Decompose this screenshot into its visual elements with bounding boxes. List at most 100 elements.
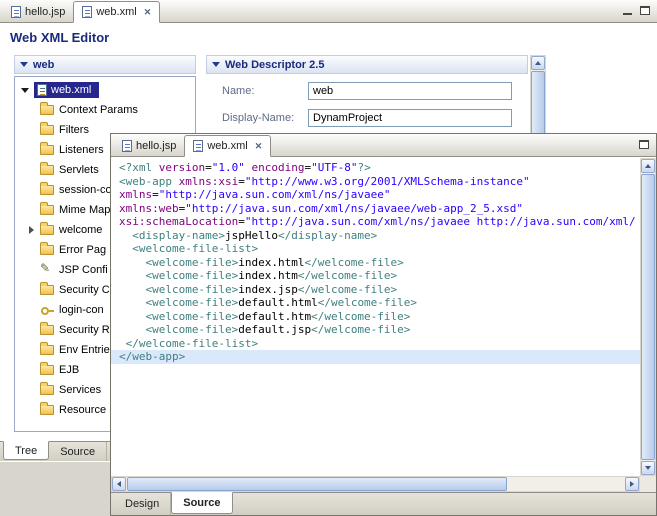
bg-editor-tabbar: hello.jsp web.xml ✕ [0,0,657,23]
code-token: "http://java.sun.com/xml/ns/javaee http:… [245,215,636,228]
xml-file-icon [193,140,203,152]
section-collapse-icon[interactable] [20,62,28,67]
folder-icon [40,105,54,115]
code-token: ?> [357,161,370,174]
code-token: "http://www.w3.org/2001/XMLSchema-instan… [245,175,530,188]
code-line[interactable]: <welcome-file>default.html</welcome-file… [111,296,640,310]
close-icon[interactable]: ✕ [255,141,263,152]
editor-horizontal-scrollbar[interactable] [111,476,640,492]
code-token: "1.0" [212,161,245,174]
code-token: encoding [251,161,304,174]
descriptor-section-header[interactable]: Web Descriptor 2.5 [206,55,528,74]
tab-tree[interactable]: Tree [3,441,49,460]
scroll-down-button[interactable] [641,461,655,475]
code-token [119,242,132,255]
code-token: index.html [238,256,304,269]
collapsed-twistie-icon[interactable] [29,226,34,234]
minimize-icon[interactable] [623,6,632,15]
code-token: <web-app [119,175,179,188]
code-line[interactable]: <welcome-file>default.jsp</welcome-file> [111,323,640,337]
folder-icon [40,285,54,295]
scroll-thumb[interactable] [641,174,655,460]
scroll-right-button[interactable] [625,477,639,491]
tree-item-label: web.xml [51,84,91,96]
code-token: </display-name> [278,229,377,242]
code-token: default.htm [238,310,311,323]
arrow-right-icon [630,481,634,487]
close-icon[interactable]: ✕ [144,7,152,18]
tree-item-label: login-con [59,304,104,316]
code-token: default.jsp [238,323,311,336]
display-name-input[interactable] [308,109,512,127]
code-token: index.htm [238,269,298,282]
code-token [119,337,126,350]
tree-item-label: EJB [59,364,79,376]
code-token: "http://java.sun.com/xml/ns/javaee" [159,188,391,201]
code-line[interactable]: xmlns:web="http://java.sun.com/xml/ns/ja… [111,202,640,216]
fg-editor-tabbar: hello.jsp web.xml ✕ [111,134,656,157]
code-line-current[interactable]: </web-app> [111,350,640,364]
scrollbar-corner [640,476,656,492]
section-collapse-icon[interactable] [212,62,220,67]
tab-source-bg[interactable]: Source [49,442,107,461]
descriptor-fields: Name: Display-Name: [206,74,528,127]
tree-item-label: Context Params [59,104,138,116]
tree-item-label: Mime Mapp [59,204,116,216]
tab-label: web.xml [207,140,247,152]
xml-source-editor[interactable]: <?xml version="1.0" encoding="UTF-8"?><w… [111,158,640,476]
tab-hello-jsp-fg[interactable]: hello.jsp [114,136,184,156]
code-token: xmlns [119,188,152,201]
tab-web-xml[interactable]: web.xml ✕ [73,1,160,23]
scroll-left-button[interactable] [112,477,126,491]
tab-source-fg[interactable]: Source [171,492,232,514]
tab-label: Source [60,446,95,458]
code-line[interactable]: <web-app xmlns:xsi="http://www.w3.org/20… [111,175,640,189]
maximize-icon[interactable] [640,6,650,15]
tree-item-label: Env Entrie [59,344,110,356]
folder-icon [40,185,54,195]
code-token: <welcome-file> [146,296,239,309]
tree-item-label: welcome [59,224,102,236]
arrow-up-icon [535,61,541,65]
scroll-thumb[interactable] [127,477,507,491]
folder-icon [40,205,54,215]
code-line[interactable]: <?xml version="1.0" encoding="UTF-8"?> [111,161,640,175]
expanded-twistie-icon[interactable] [21,88,29,93]
code-line[interactable]: <welcome-file>index.htm</welcome-file> [111,269,640,283]
code-token: </welcome-file> [311,323,410,336]
scroll-up-button[interactable] [531,56,545,70]
code-token: </welcome-file> [311,310,410,323]
tab-hello-jsp[interactable]: hello.jsp [3,2,73,22]
code-line[interactable]: <display-name>jspHello</display-name> [111,229,640,243]
code-line[interactable]: </welcome-file-list> [111,337,640,351]
code-line[interactable]: <welcome-file>index.html</welcome-file> [111,256,640,270]
code-token: <welcome-file> [146,323,239,336]
folder-icon [40,245,54,255]
scroll-up-button[interactable] [641,159,655,173]
name-input[interactable] [308,82,512,100]
code-line[interactable]: xmlns="http://java.sun.com/xml/ns/javaee… [111,188,640,202]
code-token: = [238,175,245,188]
xml-file-icon [82,6,92,18]
web-section-header[interactable]: web [14,55,196,74]
code-line[interactable]: <welcome-file-list> [111,242,640,256]
tab-design[interactable]: Design [114,493,171,515]
code-token: <welcome-file> [146,256,239,269]
code-line[interactable]: xsi:schemaLocation="http://java.sun.com/… [111,215,640,229]
tree-item-label: Listeners [59,144,104,156]
tab-web-xml-fg[interactable]: web.xml ✕ [184,135,271,157]
folder-icon [40,165,54,175]
tree-item[interactable]: Context Params [15,100,195,120]
restore-icon[interactable] [639,140,649,149]
code-line[interactable]: <welcome-file>index.jsp</welcome-file> [111,283,640,297]
key-icon [40,304,54,316]
view-window-buttons [639,140,649,149]
tab-label: Tree [15,445,37,457]
tree-item-label: Security C [59,284,110,296]
tree-item-label: Services [59,384,101,396]
tree-item-web-xml[interactable]: web.xml [15,80,195,100]
editor-vertical-scrollbar[interactable] [640,158,656,476]
folder-icon [40,345,54,355]
code-token: = [238,215,245,228]
code-line[interactable]: <welcome-file>default.htm</welcome-file> [111,310,640,324]
